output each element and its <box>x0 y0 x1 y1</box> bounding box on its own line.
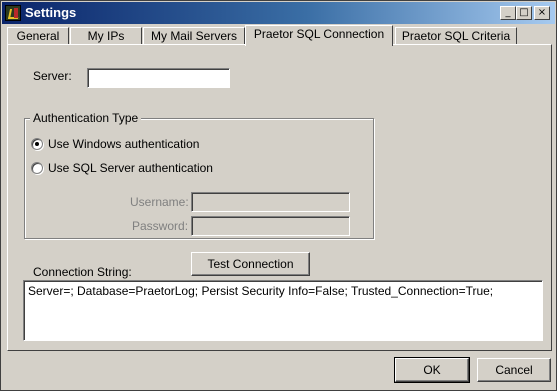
connection-string-textarea[interactable]: Server=; Database=PraetorLog; Persist Se… <box>23 280 543 341</box>
radio-windows-auth[interactable] <box>31 138 43 150</box>
authentication-group-label: Authentication Type <box>30 111 142 125</box>
close-button[interactable]: × <box>534 6 550 20</box>
tab-my-ips[interactable]: My IPs <box>70 27 142 45</box>
cancel-button[interactable]: Cancel <box>477 358 551 382</box>
minimize-button[interactable]: _ <box>500 6 516 20</box>
tab-strip: General My IPs My Mail Servers Praetor S… <box>7 25 552 46</box>
window-title: Settings <box>25 5 77 20</box>
tab-general[interactable]: General <box>7 27 69 45</box>
password-input[interactable] <box>191 216 350 236</box>
title-bar[interactable]: Settings _ □ × <box>2 2 555 24</box>
username-label: Username: <box>130 195 189 209</box>
ok-button[interactable]: OK <box>394 357 470 383</box>
tab-my-mail-servers[interactable]: My Mail Servers <box>143 27 245 45</box>
password-label: Password: <box>132 219 189 233</box>
app-icon <box>5 5 21 21</box>
radio-sql-auth[interactable] <box>31 162 43 174</box>
tab-praetor-sql-criteria[interactable]: Praetor SQL Criteria <box>395 27 517 45</box>
connection-string-label: Connection String: <box>33 265 132 279</box>
server-label: Server: <box>33 69 72 83</box>
radio-windows-auth-label[interactable]: Use Windows authentication <box>48 137 199 151</box>
tab-praetor-sql-connection[interactable]: Praetor SQL Connection <box>245 25 393 46</box>
radio-selected-dot <box>35 142 39 146</box>
settings-window: Settings _ □ × General My IPs My Mail Se… <box>0 0 557 391</box>
radio-sql-auth-label[interactable]: Use SQL Server authentication <box>48 161 213 175</box>
maximize-button[interactable]: □ <box>516 6 532 20</box>
test-connection-button[interactable]: Test Connection <box>191 252 310 276</box>
server-input[interactable] <box>87 68 230 88</box>
username-input[interactable] <box>191 192 350 212</box>
